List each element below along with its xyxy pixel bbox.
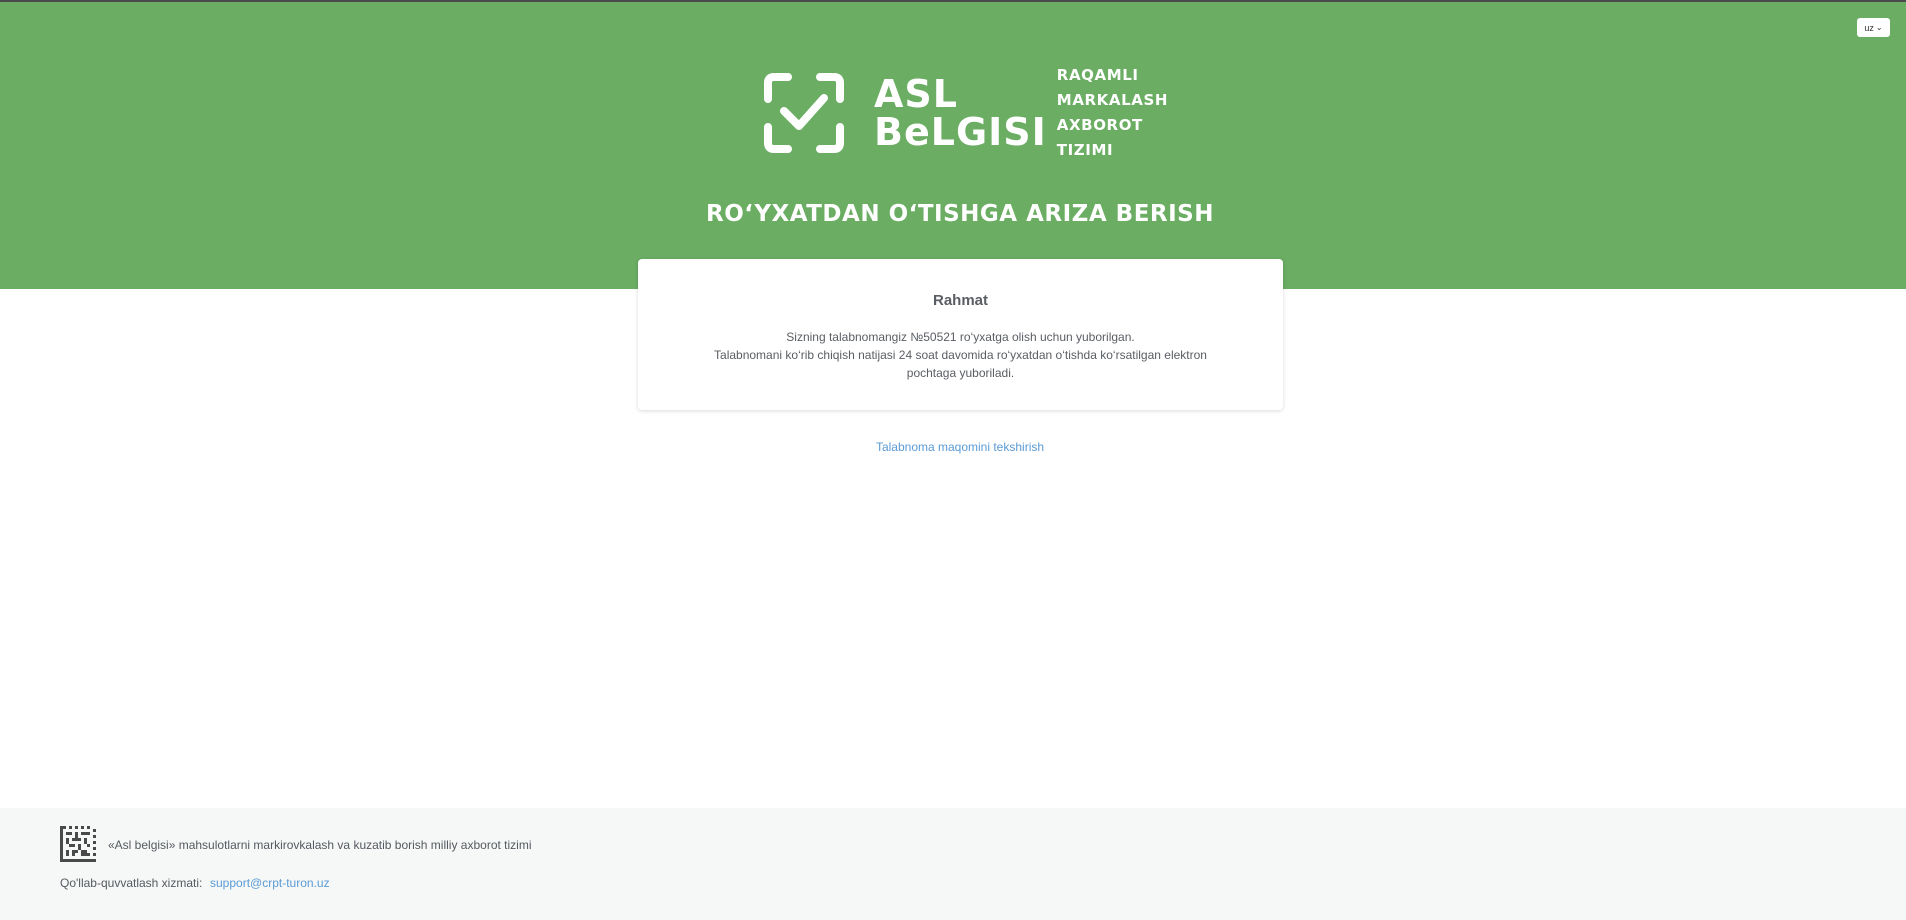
logo-name-line1: ASL xyxy=(874,72,958,116)
card-title: Rahmat xyxy=(932,292,988,309)
page-title: RO‘YXATDAN O‘TISHGA ARIZA BERISH xyxy=(706,201,1214,227)
card-message-line1: Sizning talabnomangiz №50521 ro‘yxatga o… xyxy=(786,330,1135,344)
datamatrix-code-icon xyxy=(60,826,96,862)
logo-tagline: RAQAMLI MARKALASH AXBOROT TIZIMI xyxy=(1057,63,1168,163)
asl-belgisi-logo: ASL BeLGISI RAQAMLI MARKALASH AXBOROT TI… xyxy=(764,66,1167,159)
logo-name-line2: BeLGISI xyxy=(874,110,1047,154)
card-message-line2: Talabnomani ko‘rib chiqish natijasi 24 s… xyxy=(714,348,1207,380)
confirmation-card: Rahmat Sizning talabnomangiz №50521 ro‘y… xyxy=(638,259,1283,410)
footer-description: «Asl belgisi» mahsulotlarni markirovkala… xyxy=(108,838,532,852)
check-frame-icon xyxy=(764,73,844,153)
logo-tagline-line2: MARKALASH xyxy=(1056,91,1169,109)
card-message: Sizning talabnomangiz №50521 ro‘yxatga o… xyxy=(701,328,1221,382)
footer: «Asl belgisi» mahsulotlarni markirovkala… xyxy=(0,808,1906,920)
logo-name: ASL BeLGISI xyxy=(874,75,1047,151)
logo-tagline-line3: AXBOROT TIZIMI xyxy=(1056,116,1143,159)
logo-tagline-line1: RAQAMLI xyxy=(1056,66,1139,84)
support-email-link[interactable]: support@crpt-turon.uz xyxy=(210,876,330,890)
language-value: uz xyxy=(1864,22,1874,33)
header-banner: uz ⌄ ASL BeLGISI RAQAMLI MARKALASH AXBOR… xyxy=(0,2,1906,289)
check-status-link[interactable]: Talabnoma maqomini tekshirish xyxy=(0,440,1906,454)
language-select[interactable]: uz ⌄ xyxy=(1857,18,1890,37)
chevron-down-icon: ⌄ xyxy=(1875,22,1883,32)
support-label: Qo'llab-quvvatlash xizmati: xyxy=(60,876,203,890)
